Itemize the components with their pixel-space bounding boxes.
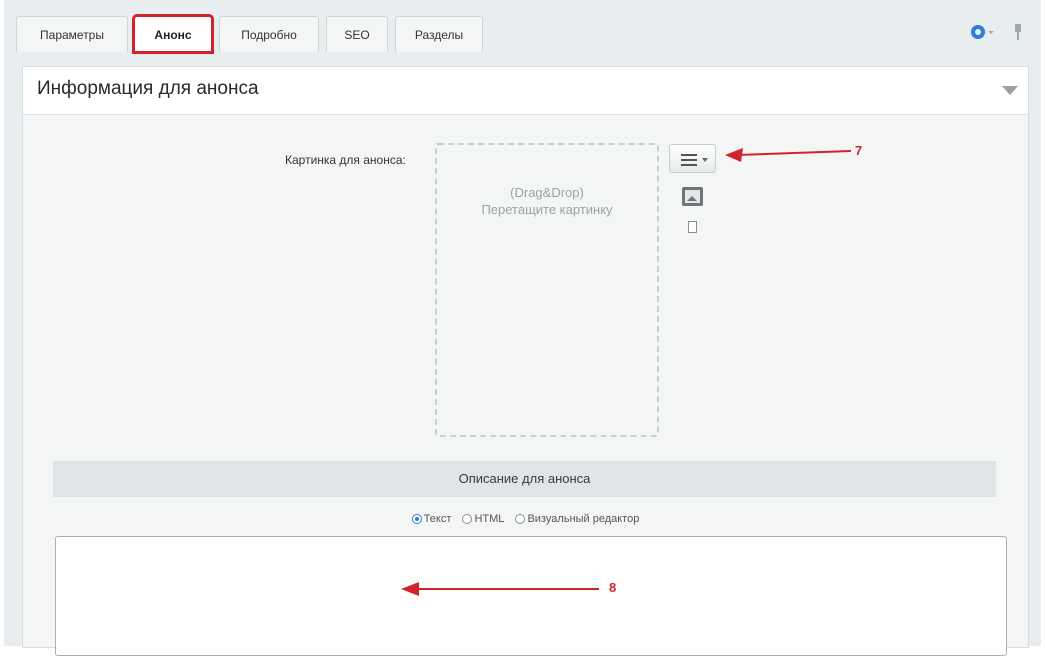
image-icon[interactable] (682, 187, 703, 206)
chevron-down-icon (702, 158, 708, 162)
radio-text[interactable] (411, 514, 422, 524)
annotation-number-8: 8 (609, 580, 617, 595)
tab-sections[interactable]: Разделы (395, 16, 483, 52)
dropzone-hint-drag-picture: Перетащите картинку (481, 202, 613, 217)
mode-visual-editor-label: Визуальный редактор (527, 513, 640, 525)
panel-body: Картинка для анонса: (Drag&Drop) Перетащ… (23, 115, 1028, 656)
pin-icon[interactable] (1013, 24, 1023, 40)
picture-label: Картинка для анонса: (285, 153, 406, 167)
mode-text-option[interactable]: Текст (411, 513, 452, 525)
mode-visual-editor-option[interactable]: Визуальный редактор (515, 513, 639, 525)
mode-html-label: HTML (474, 513, 505, 525)
panel-header[interactable]: Информация для анонса (23, 67, 1028, 115)
settings-menu[interactable] (971, 25, 995, 39)
announcement-panel: Информация для анонса Картинка для анонс… (22, 66, 1029, 656)
tab-parameters[interactable]: Параметры (16, 16, 128, 52)
picture-dropzone[interactable]: (Drag&Drop) Перетащите картинку (435, 143, 659, 437)
tab-announcement[interactable]: Анонс (132, 14, 214, 54)
radio-html[interactable] (462, 514, 473, 524)
tab-details[interactable]: Подробно (219, 16, 319, 52)
chevron-down-icon (988, 31, 994, 34)
description-mode-selector: Текст HTML Визуальный редактор (23, 513, 1028, 525)
hamburger-menu-icon (681, 154, 697, 169)
annotation-arrow-7 (725, 148, 852, 162)
mode-html-option[interactable]: HTML (462, 513, 504, 525)
description-header: Описание для анонса (53, 461, 996, 497)
mode-text-label: Текст (423, 513, 452, 525)
file-icon[interactable] (688, 221, 697, 233)
panel-title: Информация для анонса (37, 78, 259, 99)
gear-icon[interactable] (971, 25, 985, 39)
window-frame: Параметры Анонс Подробно SEO Разделы Инф… (4, 0, 1041, 656)
tab-tools (971, 22, 1023, 42)
picture-menu-button[interactable] (669, 144, 716, 173)
radio-visual-editor[interactable] (515, 514, 526, 524)
annotation-arrow-8 (401, 582, 599, 596)
annotation-number-7: 7 (855, 143, 863, 158)
collapse-triangle-icon[interactable] (1002, 86, 1018, 95)
dropzone-hint-dragdrop: (Drag&Drop) (510, 185, 584, 200)
tab-seo[interactable]: SEO (326, 16, 388, 52)
